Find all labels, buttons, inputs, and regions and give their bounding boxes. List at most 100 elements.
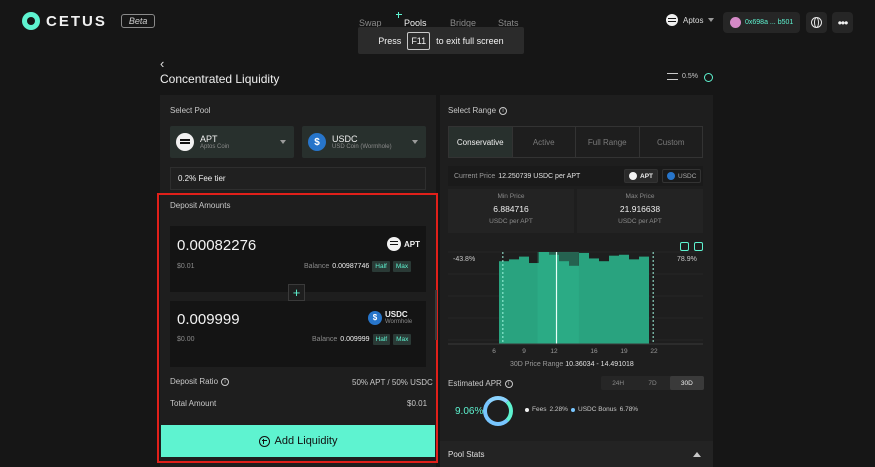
- fees-legend: Fees 2.28%: [525, 406, 568, 413]
- chevron-down-icon: [412, 140, 418, 144]
- liquidity-bar: [619, 254, 629, 344]
- slippage-settings[interactable]: 0.5%: [667, 73, 698, 80]
- apr-value: 9.06%: [455, 406, 484, 417]
- min-price-value[interactable]: 6.884716: [448, 204, 574, 214]
- min-price-card: Min Price 6.884716 USDC per APT: [448, 189, 574, 233]
- fullscreen-press: Press: [378, 35, 402, 46]
- max-price-card: Max Price 21.916638 USDC per APT: [577, 189, 703, 233]
- liquidity-bar: [579, 252, 589, 344]
- globe-icon: [811, 17, 822, 28]
- max-price-unit: USDC per APT: [618, 218, 662, 225]
- tab-active[interactable]: Active: [513, 127, 576, 157]
- select-pool-label: Select Pool: [170, 106, 211, 115]
- usdc-token-icon: [667, 172, 675, 180]
- estimated-apr-label: Estimated APR: [448, 379, 502, 388]
- max-price-value[interactable]: 21.916638: [577, 204, 703, 214]
- settings-sliders-icon: [667, 73, 678, 80]
- page-title: Concentrated Liquidity: [160, 72, 280, 86]
- apt-token-icon: [629, 172, 637, 180]
- refresh-icon[interactable]: [704, 73, 713, 82]
- chevron-down-icon: [280, 140, 286, 144]
- more-icon: •••: [837, 15, 849, 30]
- chain-selector[interactable]: Aptos: [666, 14, 715, 26]
- price-range-row: 30D Price Range 10.36034 - 14.491018: [510, 361, 634, 368]
- current-price-value: 12.250739 USDC per APT: [498, 172, 581, 180]
- language-button[interactable]: [806, 12, 827, 33]
- bonus-value: 6.78%: [619, 406, 639, 413]
- estimated-apr-row: Estimated APR i: [448, 379, 513, 388]
- wallet-address: 0x698a ... b501: [745, 19, 794, 26]
- pool-stats-header[interactable]: Pool Stats: [440, 441, 713, 467]
- liquidity-bar: [499, 261, 509, 344]
- chevron-down-icon: [708, 18, 715, 22]
- fees-label: Fees: [532, 406, 547, 413]
- fees-value: 2.28%: [549, 406, 568, 413]
- token-a-selector[interactable]: APT Aptos Coin: [170, 126, 294, 158]
- wallet-button[interactable]: 0x698a ... b501: [723, 12, 800, 33]
- wallet-avatar-icon: [730, 17, 741, 28]
- liquidity-bar: [599, 261, 609, 344]
- cetus-logo-icon: [22, 12, 40, 30]
- select-range-row: Select Range i: [448, 106, 508, 115]
- beta-badge: Beta: [120, 14, 156, 28]
- bonus-legend: USDC Bonus 6.78%: [571, 406, 638, 413]
- apt-token-icon: [176, 133, 194, 151]
- liquidity-bar: [589, 258, 599, 344]
- usdc-token-icon: $: [308, 133, 326, 151]
- tab-custom[interactable]: Custom: [640, 127, 703, 157]
- pill-apt[interactable]: APT: [624, 169, 658, 183]
- price-denomination-toggle: APT USDC: [624, 169, 702, 183]
- fullscreen-key: F11: [407, 31, 431, 50]
- liquidity-bar: [509, 259, 519, 344]
- tab-30d[interactable]: 30D: [669, 376, 704, 390]
- x-tick-label: 19: [620, 348, 628, 355]
- liquidity-chart[interactable]: 6 9 12 16 19 22: [448, 236, 703, 356]
- token-a-symbol: APT: [200, 134, 218, 144]
- aptos-icon: [666, 14, 678, 26]
- pill-apt-label: APT: [640, 172, 653, 180]
- more-menu-button[interactable]: •••: [832, 12, 853, 33]
- nav-active-marker-icon: [396, 12, 402, 18]
- apr-period-tabs: 24H 7D 30D: [601, 376, 704, 390]
- x-tick-label: 6: [492, 348, 496, 355]
- max-price-label: Max Price: [625, 193, 655, 200]
- fullscreen-banner: Press F11 to exit full screen: [358, 27, 524, 54]
- app-root: CETUS Beta Swap Pools Bridge Stats Press…: [0, 0, 875, 467]
- select-range-label: Select Range: [448, 106, 497, 115]
- range-tabs: Conservative Active Full Range Custom: [448, 126, 703, 158]
- token-b-selector[interactable]: $ USDC USD Coin (Wormhole): [302, 126, 426, 158]
- cetus-logo[interactable]: CETUS Beta: [22, 12, 156, 30]
- fullscreen-suffix: to exit full screen: [436, 35, 504, 46]
- token-b-symbol: USDC: [332, 134, 358, 144]
- token-a-name: Aptos Coin: [200, 144, 230, 150]
- fees-dot: [525, 407, 529, 412]
- tab-conservative[interactable]: Conservative: [449, 127, 513, 157]
- pill-usdc-label: USDC: [678, 172, 697, 180]
- price-range-value: 10.36034 - 14.491018: [565, 361, 634, 368]
- apr-ring-chart: [483, 396, 513, 426]
- info-icon[interactable]: i: [504, 379, 513, 388]
- scrollbar[interactable]: [435, 290, 437, 340]
- x-tick-label: 12: [550, 348, 558, 355]
- pill-usdc[interactable]: USDC: [662, 169, 702, 183]
- logo-text: CETUS: [46, 12, 107, 30]
- tab-full-range[interactable]: Full Range: [576, 127, 640, 157]
- slippage-value: 0.5%: [682, 73, 698, 80]
- back-button[interactable]: ‹: [160, 56, 164, 71]
- min-price-label: Min Price: [497, 193, 525, 200]
- chain-label: Aptos: [683, 15, 704, 25]
- liquidity-bar: [529, 263, 539, 344]
- bonus-dot: [571, 407, 575, 412]
- liquidity-bar: [609, 255, 619, 344]
- price-range-band: [537, 252, 579, 344]
- tab-7d[interactable]: 7D: [635, 376, 669, 390]
- x-tick-label: 22: [650, 348, 658, 355]
- highlight-box: [157, 193, 438, 463]
- info-icon[interactable]: i: [499, 106, 508, 115]
- token-b-name: USD Coin (Wormhole): [332, 144, 392, 150]
- min-price-unit: USDC per APT: [489, 218, 533, 225]
- x-tick-label: 16: [590, 348, 598, 355]
- fee-tier-selector[interactable]: 0.2% Fee tier: [170, 167, 426, 190]
- tab-24h[interactable]: 24H: [601, 376, 635, 390]
- liquidity-bar: [629, 259, 639, 344]
